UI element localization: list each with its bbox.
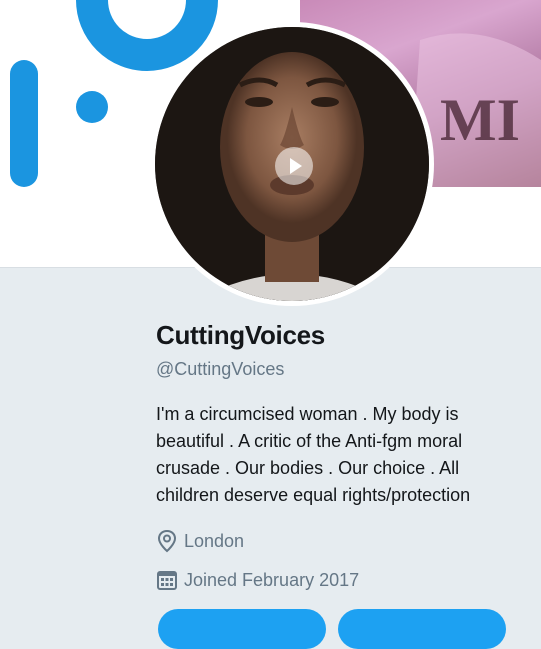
profile-location: London [156, 528, 244, 554]
profile-handle[interactable]: @CuttingVoices [156, 359, 284, 380]
play-icon[interactable] [275, 147, 313, 185]
profile-location-text: London [184, 530, 245, 551]
map-pin-icon [157, 529, 177, 553]
profile-display-name[interactable]: CuttingVoices [156, 320, 325, 351]
calendar-icon [157, 571, 177, 590]
profile-action-button-1[interactable] [158, 609, 326, 649]
profile-action-button-2[interactable] [338, 609, 506, 649]
profile-joined: Joined February 2017 [156, 567, 359, 593]
svg-text:MI: MI [440, 87, 520, 153]
avatar-frame [150, 22, 434, 306]
avatar[interactable] [155, 27, 429, 301]
profile-bio: I'm a circumcised woman . My body is bea… [156, 404, 471, 505]
profile-joined-text: Joined February 2017 [184, 569, 360, 590]
